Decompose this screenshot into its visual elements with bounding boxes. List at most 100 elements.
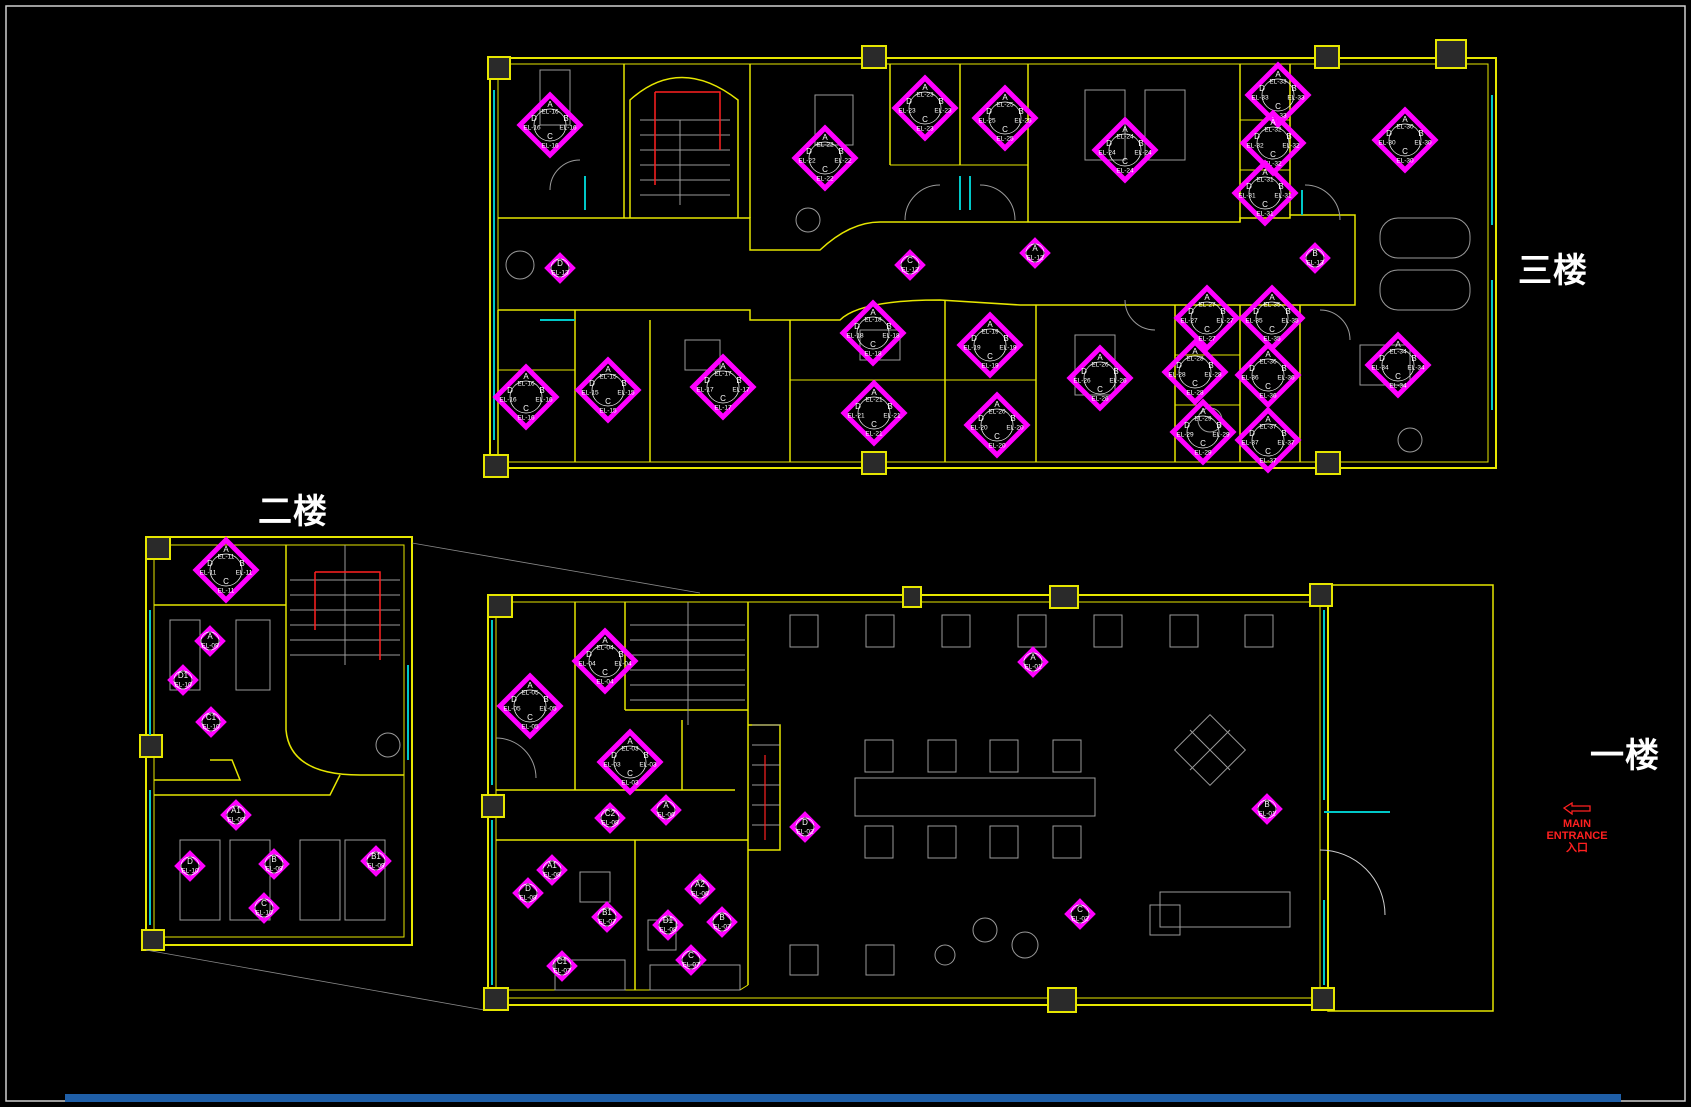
marker-id: EL-18 bbox=[864, 351, 882, 358]
marker-id: EL-28 bbox=[1204, 372, 1222, 379]
luminaire-single-marker: A EL-09 bbox=[194, 625, 226, 657]
marker-id: EL-27 bbox=[1180, 318, 1198, 325]
marker-id: EL-16 bbox=[517, 415, 535, 422]
marker-id: EL-31 bbox=[1256, 177, 1274, 184]
luminaire-single-marker: D EL-13 bbox=[544, 252, 576, 284]
luminaire-cluster-marker: AEL-22BEL-22CEL-22DEL-22 bbox=[791, 124, 859, 192]
marker-letter: D bbox=[557, 259, 563, 268]
third-floor-windows bbox=[493, 90, 1493, 440]
marker-letter: D bbox=[207, 559, 213, 568]
marker-id: EL-34 bbox=[1389, 349, 1407, 356]
luminaire-single-marker: C EL-07 bbox=[675, 944, 707, 976]
marker-id: EL-37 bbox=[1259, 458, 1277, 465]
marker-letter: A1 bbox=[231, 806, 241, 815]
marker-letter: D bbox=[971, 334, 977, 343]
luminaire-cluster-marker: AEL-11BEL-11CEL-11DEL-11 bbox=[192, 536, 260, 604]
luminaire-cluster-marker: AEL-15BEL-15CEL-15DEL-15 bbox=[574, 356, 642, 424]
horizontal-scrollbar[interactable] bbox=[65, 1094, 1621, 1102]
marker-letter: B bbox=[1312, 249, 1317, 258]
marker-letter: B bbox=[239, 559, 244, 568]
marker-id: EL-03 bbox=[621, 780, 639, 787]
marker-id: EL-22 bbox=[834, 158, 852, 165]
marker-id: EL-17 bbox=[732, 387, 750, 394]
marker-letter: D bbox=[611, 751, 617, 760]
luminaire-single-marker: D EL-10 bbox=[174, 850, 206, 882]
marker-letter: C bbox=[1200, 439, 1206, 448]
marker-letter: D bbox=[1176, 361, 1182, 370]
marker-letter: C bbox=[1262, 200, 1268, 209]
marker-letter: C bbox=[1269, 325, 1275, 334]
second-floor-stair bbox=[290, 545, 400, 665]
marker-id: EL-12 bbox=[1026, 255, 1044, 262]
marker-letter: D bbox=[1253, 307, 1259, 316]
marker-letter: D bbox=[1246, 182, 1252, 191]
luminaire-cluster-marker: AEL-36BEL-36CEL-36DEL-36 bbox=[1234, 341, 1302, 409]
luminaire-single-marker: D1 EL-10 bbox=[167, 664, 199, 696]
marker-letter: C bbox=[261, 899, 267, 908]
marker-id: EL-23 bbox=[916, 126, 934, 133]
luminaire-cluster-marker: AEL-28BEL-28CEL-28DEL-28 bbox=[1161, 338, 1229, 406]
marker-letter: B bbox=[887, 402, 892, 411]
marker-letter: A bbox=[1032, 244, 1038, 253]
marker-id: EL-22 bbox=[816, 142, 834, 149]
marker-letter: C bbox=[627, 769, 633, 778]
marker-id: EL-20 bbox=[1006, 425, 1024, 432]
marker-letter: D1 bbox=[663, 916, 674, 925]
marker-letter: B bbox=[539, 386, 544, 395]
marker-letter: D bbox=[802, 818, 808, 827]
marker-letter: B bbox=[271, 855, 276, 864]
marker-letter: C bbox=[1192, 379, 1198, 388]
marker-id: EL-06 bbox=[657, 812, 675, 819]
marker-id: EL-06 bbox=[691, 891, 709, 898]
luminaire-cluster-marker: AEL-34BEL-34CEL-34DEL-34 bbox=[1364, 331, 1432, 399]
marker-id: EL-27 bbox=[1198, 336, 1216, 343]
marker-letter: D bbox=[589, 379, 595, 388]
marker-letter: D bbox=[1379, 354, 1385, 363]
marker-id: EL-21 bbox=[865, 431, 883, 438]
marker-id: EL-05 bbox=[521, 690, 539, 697]
luminaire-single-marker: A EL-06 bbox=[650, 794, 682, 826]
first-floor-stair bbox=[630, 602, 780, 840]
luminaire-cluster-marker: AEL-27BEL-27CEL-27DEL-27 bbox=[1173, 284, 1241, 352]
marker-letter: D bbox=[806, 147, 812, 156]
marker-letter: A bbox=[207, 632, 213, 641]
marker-id: EL-21 bbox=[865, 397, 883, 404]
marker-id: EL-04 bbox=[596, 679, 614, 686]
marker-letter: A2 bbox=[695, 880, 705, 889]
marker-letter: B bbox=[938, 97, 943, 106]
marker-id: EL-10 bbox=[255, 910, 273, 917]
luminaire-cluster-marker: AEL-04BEL-04CEL-04DEL-04 bbox=[571, 627, 639, 695]
marker-id: EL-37 bbox=[1277, 440, 1295, 447]
marker-id: EL-36 bbox=[1241, 375, 1259, 382]
marker-letter: B bbox=[736, 376, 741, 385]
marker-id: EL-32 bbox=[1264, 127, 1282, 134]
marker-id: EL-01 bbox=[1258, 811, 1276, 818]
marker-id: EL-26 bbox=[1073, 378, 1091, 385]
luminaire-single-marker: A EL-12 bbox=[1019, 237, 1051, 269]
marker-id: EL-25 bbox=[1014, 118, 1032, 125]
third-floor-label: 三楼 bbox=[1518, 251, 1588, 291]
marker-letter: D bbox=[511, 695, 517, 704]
marker-id: EL-19 bbox=[981, 363, 999, 370]
luminaire-cluster-marker: AEL-17BEL-17CEL-17DEL-17 bbox=[689, 353, 757, 421]
marker-id: EL-08 bbox=[601, 820, 619, 827]
marker-id: EL-10 bbox=[174, 682, 192, 689]
marker-id: EL-08 bbox=[543, 872, 561, 879]
marker-id: EL-09 bbox=[227, 817, 245, 824]
marker-id: EL-26 bbox=[1109, 378, 1127, 385]
marker-letter: C bbox=[822, 165, 828, 174]
marker-id: EL-03 bbox=[603, 762, 621, 769]
marker-id: EL-11 bbox=[218, 554, 235, 561]
marker-id: EL-15 bbox=[581, 390, 599, 397]
luminaire-cluster-marker: AEL-31BEL-31CEL-31DEL-31 bbox=[1231, 159, 1299, 227]
marker-id: EL-18 bbox=[846, 333, 864, 340]
marker-letter: D bbox=[525, 884, 531, 893]
marker-id: EL-16 bbox=[541, 109, 559, 116]
marker-letter: B bbox=[1010, 414, 1015, 423]
marker-id: EL-16 bbox=[535, 397, 553, 404]
marker-id: EL-29 bbox=[1176, 432, 1194, 439]
marker-id: EL-30 bbox=[1414, 140, 1432, 147]
luminaire-cluster-marker: AEL-03BEL-03CEL-03DEL-03 bbox=[596, 728, 664, 796]
marker-id: EL-16 bbox=[517, 381, 535, 388]
marker-id: EL-20 bbox=[988, 443, 1006, 450]
